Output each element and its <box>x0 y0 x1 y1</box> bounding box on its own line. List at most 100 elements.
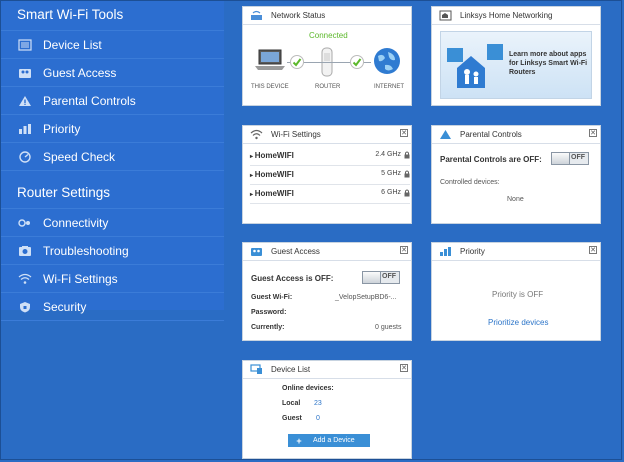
toggle-state: OFF <box>382 273 396 280</box>
card-title: Network Status <box>271 11 326 20</box>
sidebar-item-device-list[interactable]: Device List <box>0 30 224 58</box>
wifi-settings-card: Wi-Fi Settings ✕ ▸ HomeWIFI 2.4 GHz ▸ Ho… <box>242 125 412 224</box>
toggle-state: OFF <box>571 154 585 161</box>
close-icon[interactable]: ✕ <box>589 246 597 254</box>
sidebar-item-label: Troubleshooting <box>43 243 129 258</box>
card-header: Guest Access ✕ <box>243 243 411 261</box>
network-band: 2.4 GHz <box>375 151 401 158</box>
sidebar-item-label: Guest Access <box>43 65 117 80</box>
parental-controls-toggle[interactable]: OFF <box>551 152 589 165</box>
close-icon[interactable]: ✕ <box>400 246 408 254</box>
device-list-icon <box>17 37 33 53</box>
linksys-home-networking-card: Linksys Home Networking Learn more about… <box>431 6 601 106</box>
close-icon[interactable]: ✕ <box>589 129 597 137</box>
router-label: ROUTER <box>315 84 341 90</box>
guest-access-icon <box>17 65 33 81</box>
connectivity-icon <box>17 215 33 231</box>
family-illustration-icon <box>445 38 505 97</box>
wifi-network-row[interactable]: ▸ HomeWIFI 6 GHz <box>250 185 410 204</box>
guest-count-link[interactable]: 0 <box>316 415 320 422</box>
sidebar-item-label: Wi-Fi Settings <box>43 271 118 286</box>
parental-status: Parental Controls are OFF: <box>440 155 542 164</box>
sidebar-item-guest-access[interactable]: Guest Access <box>0 58 224 86</box>
plus-icon: + <box>296 435 302 446</box>
close-icon[interactable]: ✕ <box>400 129 408 137</box>
lock-icon <box>404 170 410 180</box>
guest-access-toggle[interactable]: OFF <box>362 271 400 284</box>
add-device-button[interactable]: + Add a Device <box>288 434 370 447</box>
password-label: Password: <box>251 309 287 316</box>
sidebar-item-connectivity[interactable]: Connectivity <box>0 208 224 236</box>
internet-label: INTERNET <box>374 84 404 90</box>
security-icon <box>17 299 33 315</box>
sidebar-item-label: Device List <box>43 37 102 52</box>
network-band: 6 GHz <box>381 189 401 196</box>
controlled-devices-label: Controlled devices: <box>440 179 500 186</box>
card-title: Guest Access <box>271 247 320 256</box>
guest-status: Guest Access is OFF: <box>251 274 334 283</box>
network-band: 5 GHz <box>381 170 401 177</box>
sidebar-item-label: Security <box>43 299 87 314</box>
sidebar-item-security[interactable]: Security <box>0 292 224 321</box>
sidebar-item-priority[interactable]: Priority <box>0 114 224 142</box>
prioritize-devices-link[interactable]: Prioritize devices <box>488 318 548 327</box>
wifi-network-row[interactable]: ▸ HomeWIFI 5 GHz <box>250 166 410 185</box>
device-list-card: Device List ✕ Online devices: Local 23 G… <box>242 360 412 459</box>
card-header: Device List ✕ <box>243 361 411 379</box>
card-title: Parental Controls <box>460 130 522 139</box>
sidebar-item-wifi-settings[interactable]: Wi-Fi Settings <box>0 264 224 292</box>
priority-status: Priority is OFF <box>492 290 544 299</box>
card-title: Wi-Fi Settings <box>271 130 321 139</box>
local-count-link[interactable]: 23 <box>314 400 322 407</box>
promo-text: Learn more about apps for Linksys Smart … <box>509 51 588 76</box>
guest-access-icon <box>249 246 263 258</box>
wifi-icon <box>17 271 33 287</box>
guest-count: 0 guests <box>375 324 402 331</box>
guest-wifi-value: _VelopSetupBD6-... <box>335 294 397 301</box>
sidebar-item-label: Parental Controls <box>43 93 136 108</box>
priority-icon <box>438 246 452 258</box>
parental-controls-icon <box>17 93 33 109</box>
check-icon <box>290 55 304 74</box>
guest-wifi-label: Guest Wi-Fi: <box>251 294 293 301</box>
currently-label: Currently: <box>251 324 285 331</box>
sidebar-item-speed-check[interactable]: Speed Check <box>0 142 224 171</box>
controlled-devices-value: None <box>507 196 524 203</box>
priority-card: Priority ✕ Priority is OFF Prioritize de… <box>431 242 601 341</box>
smart-wifi-tools-heading: Smart Wi-Fi Tools <box>17 7 124 22</box>
sidebar-item-parental-controls[interactable]: Parental Controls <box>0 86 224 114</box>
network-name: HomeWIFI <box>254 189 294 198</box>
router-icon[interactable] <box>320 47 334 82</box>
card-header: Wi-Fi Settings ✕ <box>243 126 411 144</box>
this-device-label: THIS DEVICE <box>251 84 289 90</box>
network-name: HomeWIFI <box>254 151 294 160</box>
wifi-network-row[interactable]: ▸ HomeWIFI 2.4 GHz <box>250 147 410 166</box>
sidebar-item-troubleshooting[interactable]: Troubleshooting <box>0 236 224 264</box>
network-status-icon <box>249 10 263 22</box>
laptop-icon[interactable] <box>254 49 286 76</box>
globe-icon[interactable] <box>373 47 401 80</box>
sidebar-item-label: Connectivity <box>43 215 109 230</box>
card-header: Priority ✕ <box>432 243 600 261</box>
check-icon <box>350 55 364 74</box>
troubleshooting-icon <box>17 243 33 259</box>
card-title: Linksys Home Networking <box>460 11 553 20</box>
lock-icon <box>404 189 410 199</box>
linksys-logo-icon <box>438 10 452 22</box>
online-devices-label: Online devices: <box>282 385 334 392</box>
connected-label: Connected <box>309 31 348 40</box>
parental-controls-card: Parental Controls ✕ Parental Controls ar… <box>431 125 601 224</box>
sidebar: Smart Wi-Fi Tools Device List Guest Acce… <box>0 0 224 321</box>
card-title: Priority <box>460 247 485 256</box>
add-device-label: Add a Device <box>313 437 355 444</box>
card-header: Parental Controls ✕ <box>432 126 600 144</box>
close-icon[interactable]: ✕ <box>400 364 408 372</box>
parental-controls-icon <box>438 129 452 141</box>
card-header: Network Status <box>243 7 411 25</box>
linksys-promo-banner[interactable]: Learn more about apps for Linksys Smart … <box>440 31 592 99</box>
card-header: Linksys Home Networking <box>432 7 600 25</box>
network-status-card: Network Status Connected THIS DEVICE ROU… <box>242 6 412 106</box>
speed-check-icon <box>17 149 33 165</box>
priority-icon <box>17 121 33 137</box>
sidebar-item-label: Speed Check <box>43 149 116 164</box>
